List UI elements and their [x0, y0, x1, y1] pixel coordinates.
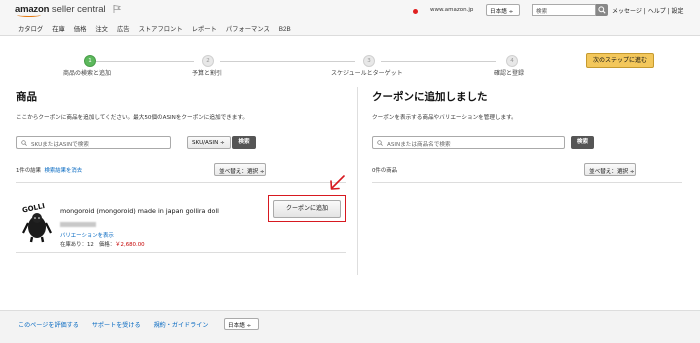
search-icon [21, 140, 27, 146]
divider [16, 182, 346, 183]
product-stock: 在庫あり：12 [60, 242, 94, 248]
divider [372, 182, 682, 183]
footer-links: このページを評価する サポートを受ける 規約・ガイドライン [18, 320, 221, 329]
flag-icon[interactable] [112, 4, 122, 14]
asin-name-search-placeholder: ASINまたは商品名で検索 [387, 142, 451, 148]
nav-item-reports[interactable]: レポート [192, 26, 217, 33]
header-links[interactable]: メッセージ | ヘルプ | 設定 [612, 6, 684, 15]
product-price: ￥2,680.00 [115, 242, 145, 248]
products-description: ここからクーポンに商品を追加してください。最大50個のASINをクーポンに追加で… [16, 115, 248, 121]
product-stock-price: 在庫あり：12 価格：￥2,680.00 [60, 240, 145, 248]
next-step-button[interactable]: 次のステップに進む [586, 53, 654, 68]
step-4-label: 確認と登録 [494, 70, 525, 77]
product-title[interactable]: mongoroid (mongoroid) made in japan goll… [60, 207, 219, 215]
search-icon [598, 6, 606, 14]
step-1-label: 商品の検索と追加 [63, 70, 112, 77]
added-description: クーポンを表示する商品やバリエーションを管理します。 [372, 115, 517, 121]
stepper-line [220, 61, 355, 62]
result-count: 1件の結果 [16, 168, 41, 174]
panel-divider [357, 87, 358, 275]
left-sort-select[interactable]: 並べ替え：選択 ÷ [214, 163, 266, 176]
result-count-line: 1件の結果 検索結果を消去 [16, 166, 82, 174]
right-search-button[interactable]: 検索 [571, 136, 594, 149]
header-search-input[interactable]: 検索 [532, 4, 596, 16]
step-2-circle: 2 [202, 55, 214, 67]
nav-item-pricing[interactable]: 価格 [74, 26, 87, 33]
language-select-value: 日本語 [490, 9, 507, 15]
highlight-box [268, 195, 346, 222]
nav-item-storefront[interactable]: ストアフロント [139, 26, 183, 33]
nav-item-orders[interactable]: 注文 [95, 26, 108, 33]
stepper-line [96, 61, 194, 62]
main-nav: カタログ 在庫 価格 注文 広告 ストアフロント レポート パフォーマンス B2B [18, 24, 300, 33]
nav-item-inventory[interactable]: 在庫 [52, 26, 65, 33]
product-price-label: 価格： [98, 242, 116, 248]
header-search-button[interactable] [596, 4, 608, 16]
logo-seller-text: seller central [51, 4, 106, 15]
sku-asin-search-input[interactable]: SKUまたはASINで検索 [16, 136, 171, 149]
footer-language-select[interactable]: 日本語 ÷ [224, 318, 259, 330]
language-select[interactable]: 日本語 ÷ [486, 4, 520, 16]
asin-name-search-input[interactable]: ASINまたは商品名で検索 [372, 136, 565, 149]
clear-results-link[interactable]: 検索結果を消去 [44, 168, 82, 174]
divider [16, 252, 346, 253]
nav-item-b2b[interactable]: B2B [279, 26, 291, 33]
marketplace-domain[interactable]: www.amazon.jp [430, 7, 473, 13]
annotation-arrow-icon [330, 175, 345, 190]
view-variations-link[interactable]: バリエーションを表示 [60, 231, 114, 239]
stepper-line [381, 61, 496, 62]
nav-item-performance[interactable]: パフォーマンス [226, 26, 270, 33]
left-search-button[interactable]: 検索 [232, 136, 256, 149]
added-product-count: 0件の商品 [372, 168, 397, 174]
terms-guidelines-link[interactable]: 規約・ガイドライン [154, 322, 209, 329]
marketplace-status-icon [413, 9, 418, 14]
product-thumbnail: GOLLI [20, 201, 54, 243]
sku-asin-search-placeholder: SKUまたはASINで検索 [31, 142, 89, 148]
step-3-circle: 3 [363, 55, 375, 67]
step-4-circle: 4 [506, 55, 518, 67]
right-sort-select[interactable]: 並べ替え：選択 ÷ [584, 163, 636, 176]
rate-page-link[interactable]: このページを評価する [18, 322, 79, 329]
nav-item-advertising[interactable]: 広告 [117, 26, 130, 33]
added-to-coupon-title: クーポンに追加しました [372, 91, 488, 103]
nav-item-catalog[interactable]: カタログ [18, 26, 43, 33]
redacted-product-id [60, 222, 96, 227]
search-icon [377, 140, 383, 146]
amazon-smile-icon [17, 13, 41, 17]
search-type-select[interactable]: SKU/ASIN ÷ [187, 136, 231, 149]
step-3-label: スケジュールとターゲット [331, 70, 403, 77]
get-support-link[interactable]: サポートを受ける [92, 322, 141, 329]
products-title: 商品 [16, 91, 37, 103]
step-2-label: 予算と割引 [192, 70, 223, 77]
step-1-circle: 1 [84, 55, 96, 67]
